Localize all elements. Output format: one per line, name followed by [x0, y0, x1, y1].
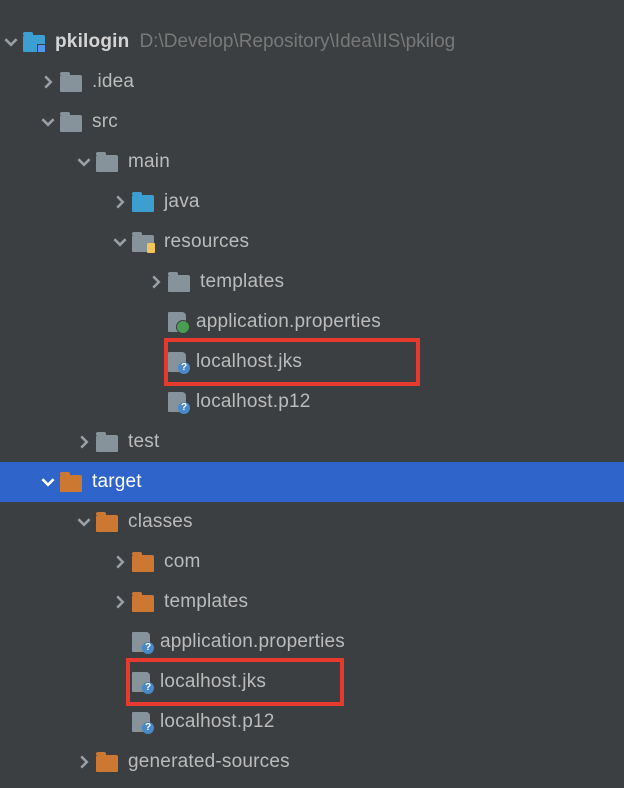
- chevron-down-icon[interactable]: [76, 514, 92, 530]
- tree-row-src[interactable]: src: [0, 102, 624, 142]
- tree-row-templates-2[interactable]: templates: [0, 582, 624, 622]
- excluded-folder-icon: [60, 475, 82, 492]
- folder-icon: [60, 115, 82, 132]
- folder-label: generated-sources: [128, 751, 290, 773]
- excluded-folder-icon: [132, 595, 154, 612]
- chevron-right-icon[interactable]: [40, 74, 56, 90]
- resources-folder-icon: [132, 235, 154, 252]
- file-label: localhost.jks: [160, 671, 266, 693]
- tree-row-com[interactable]: com: [0, 542, 624, 582]
- source-folder-icon: [132, 195, 154, 212]
- tree-row-classes[interactable]: classes: [0, 502, 624, 542]
- tree-row-localhost-jks-2[interactable]: localhost.jks: [0, 662, 624, 702]
- project-name: pkilogin: [55, 31, 129, 53]
- folder-label: src: [92, 111, 118, 133]
- file-icon: [132, 632, 150, 652]
- folder-label: test: [128, 431, 159, 453]
- tree-row-main[interactable]: main: [0, 142, 624, 182]
- excluded-folder-icon: [132, 555, 154, 572]
- file-label: application.properties: [196, 311, 381, 333]
- chevron-down-icon[interactable]: [40, 114, 56, 130]
- tree-row-app-properties-2[interactable]: application.properties: [0, 622, 624, 662]
- tree-row-localhost-p12-2[interactable]: localhost.p12: [0, 702, 624, 742]
- chevron-right-icon[interactable]: [148, 274, 164, 290]
- chevron-right-icon[interactable]: [76, 754, 92, 770]
- chevron-down-icon[interactable]: [76, 154, 92, 170]
- tree-row-test[interactable]: test: [0, 422, 624, 462]
- folder-label: .idea: [92, 71, 134, 93]
- folder-label: java: [164, 191, 200, 213]
- file-icon: [132, 672, 150, 692]
- tree-row-localhost-jks[interactable]: localhost.jks: [0, 342, 624, 382]
- file-label: localhost.p12: [160, 711, 275, 733]
- chevron-down-icon[interactable]: [40, 474, 56, 490]
- folder-label: target: [92, 471, 142, 493]
- file-label: localhost.jks: [196, 351, 302, 373]
- excluded-folder-icon: [96, 755, 118, 772]
- tree-row-resources[interactable]: resources: [0, 222, 624, 262]
- project-tree[interactable]: pkilogin D:\Develop\Repository\Idea\IIS\…: [0, 0, 624, 782]
- file-icon: [168, 392, 186, 412]
- properties-file-icon: [168, 312, 186, 332]
- tree-row-java[interactable]: java: [0, 182, 624, 222]
- tree-row-target[interactable]: target: [0, 462, 624, 502]
- tree-row-templates[interactable]: templates: [0, 262, 624, 302]
- folder-label: templates: [164, 591, 248, 613]
- tree-row-root[interactable]: pkilogin D:\Develop\Repository\Idea\IIS\…: [0, 22, 624, 62]
- folder-icon: [96, 155, 118, 172]
- tree-row-generated-sources[interactable]: generated-sources: [0, 742, 624, 782]
- chevron-down-icon[interactable]: [112, 234, 128, 250]
- tree-row-app-properties[interactable]: application.properties: [0, 302, 624, 342]
- folder-icon: [168, 275, 190, 292]
- excluded-folder-icon: [96, 515, 118, 532]
- chevron-right-icon[interactable]: [112, 194, 128, 210]
- folder-label: com: [164, 551, 201, 573]
- folder-label: main: [128, 151, 170, 173]
- file-label: application.properties: [160, 631, 345, 653]
- chevron-down-icon[interactable]: [3, 34, 19, 50]
- file-label: localhost.p12: [196, 391, 311, 413]
- file-icon: [132, 712, 150, 732]
- folder-label: classes: [128, 511, 193, 533]
- folder-label: templates: [200, 271, 284, 293]
- chevron-right-icon[interactable]: [112, 554, 128, 570]
- folder-icon: [60, 75, 82, 92]
- chevron-right-icon[interactable]: [76, 434, 92, 450]
- project-path: D:\Develop\Repository\Idea\IIS\pkilog: [139, 31, 455, 53]
- file-icon: [168, 352, 186, 372]
- folder-icon: [96, 435, 118, 452]
- tree-row-idea[interactable]: .idea: [0, 62, 624, 102]
- folder-label: resources: [164, 231, 249, 253]
- chevron-right-icon[interactable]: [112, 594, 128, 610]
- module-folder-icon: [23, 35, 45, 52]
- tree-row-localhost-p12[interactable]: localhost.p12: [0, 382, 624, 422]
